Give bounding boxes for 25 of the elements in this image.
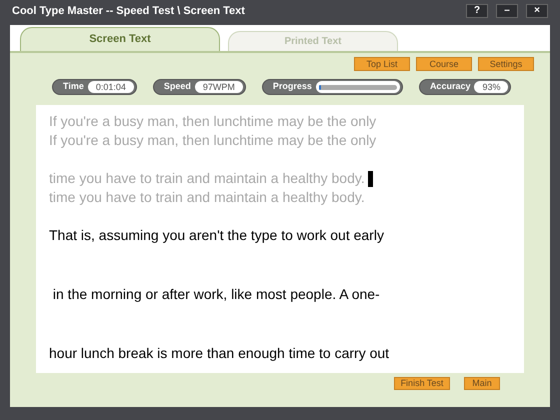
menu-button[interactable]: Course: [416, 57, 472, 71]
typed-line: If you're a busy man, then lunchtime may be the only: [49, 131, 378, 150]
stat-value: 97WPM: [194, 81, 243, 93]
menu-button[interactable]: Top List: [354, 57, 410, 71]
source-line: If you're a busy man, then lunchtime may be the only: [49, 112, 376, 131]
window-control-button[interactable]: ×: [526, 4, 548, 18]
stat-value: 93%: [474, 81, 508, 93]
action-button[interactable]: Finish Test: [394, 377, 450, 390]
action-button[interactable]: Main: [464, 377, 500, 390]
source-line: hour lunch break is more than enough time to carry out: [49, 344, 390, 363]
window-control-button[interactable]: –: [496, 4, 518, 18]
window-control-button[interactable]: ?: [466, 4, 488, 18]
tab[interactable]: Screen Text: [20, 27, 220, 51]
stat-label: Progress: [272, 80, 312, 94]
typed-line: time you have to train and maintain a healthy body.: [49, 188, 366, 207]
window-title: Cool Type Master -- Speed Test \ Screen Text: [12, 4, 245, 19]
source-line: in the morning or after work, like most people. A one-: [52, 285, 381, 304]
stat-label: Speed: [164, 80, 191, 94]
source-line: time you have to train and maintain a healthy body.: [49, 169, 365, 188]
stat-label: Time: [63, 80, 84, 94]
menu-button[interactable]: Settings: [478, 57, 534, 71]
stat-label: Accuracy: [430, 80, 470, 94]
stat-value: 0:01:04: [88, 81, 134, 93]
source-line: That is, assuming you aren't the type to work out early: [49, 226, 385, 245]
text-cursor: [368, 170, 373, 186]
